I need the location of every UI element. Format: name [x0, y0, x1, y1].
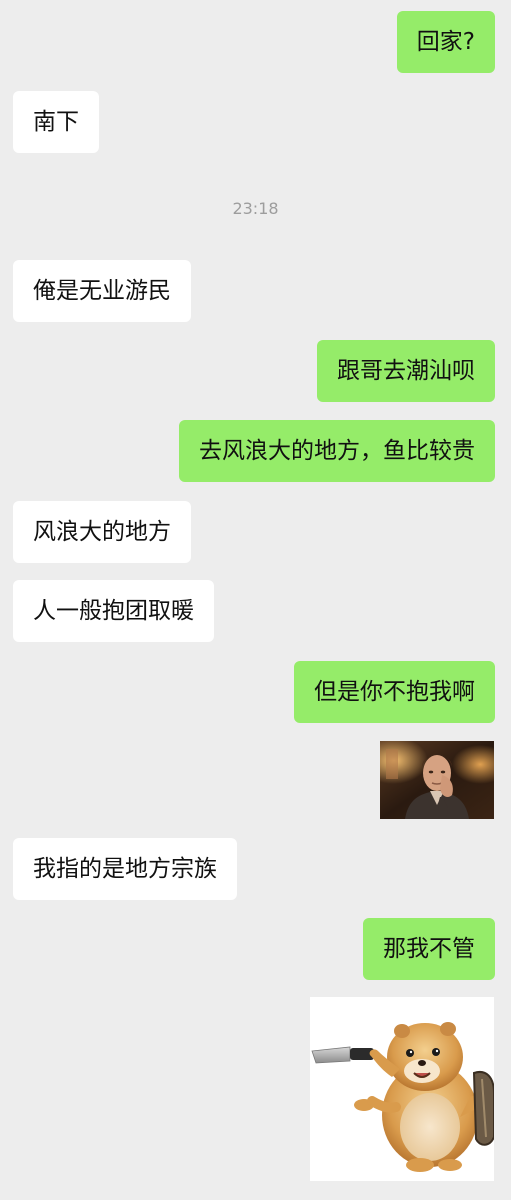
message-text: 那我不管 [383, 936, 475, 962]
timestamp: 23:18 [232, 199, 279, 218]
message-bubble-received[interactable]: 我指的是地方宗族 [13, 838, 237, 900]
message-bubble-sent[interactable]: 去风浪大的地方，鱼比较贵 [179, 420, 495, 482]
message-bubble-received[interactable]: 南下 [13, 91, 99, 153]
hamster-knife-image [311, 1022, 494, 1172]
message-bubble-received[interactable]: 人一般抱团取暖 [13, 580, 214, 642]
message-text: 跟哥去潮汕呗 [337, 358, 475, 384]
man-face-sticker[interactable] [380, 741, 494, 819]
message-text: 我指的是地方宗族 [33, 856, 217, 882]
message-bubble-sent[interactable]: 跟哥去潮汕呗 [317, 340, 495, 402]
message-bubble-received[interactable]: 俺是无业游民 [13, 260, 191, 322]
message-text: 风浪大的地方 [33, 519, 171, 545]
hamster-knife-sticker[interactable] [310, 997, 494, 1181]
message-text: 人一般抱团取暖 [33, 598, 194, 624]
message-bubble-received[interactable]: 风浪大的地方 [13, 501, 191, 563]
man-face-image [380, 741, 494, 819]
message-text: 去风浪大的地方，鱼比较贵 [199, 438, 475, 464]
message-bubble-sent[interactable]: 那我不管 [363, 918, 495, 980]
message-bubble-sent[interactable]: 回家? [396, 11, 495, 73]
message-text: 俺是无业游民 [33, 278, 171, 304]
message-text: 但是你不抱我啊 [314, 679, 475, 705]
message-bubble-sent[interactable]: 但是你不抱我啊 [294, 661, 495, 723]
message-text: 回家? [416, 29, 475, 55]
message-text: 南下 [33, 109, 79, 135]
